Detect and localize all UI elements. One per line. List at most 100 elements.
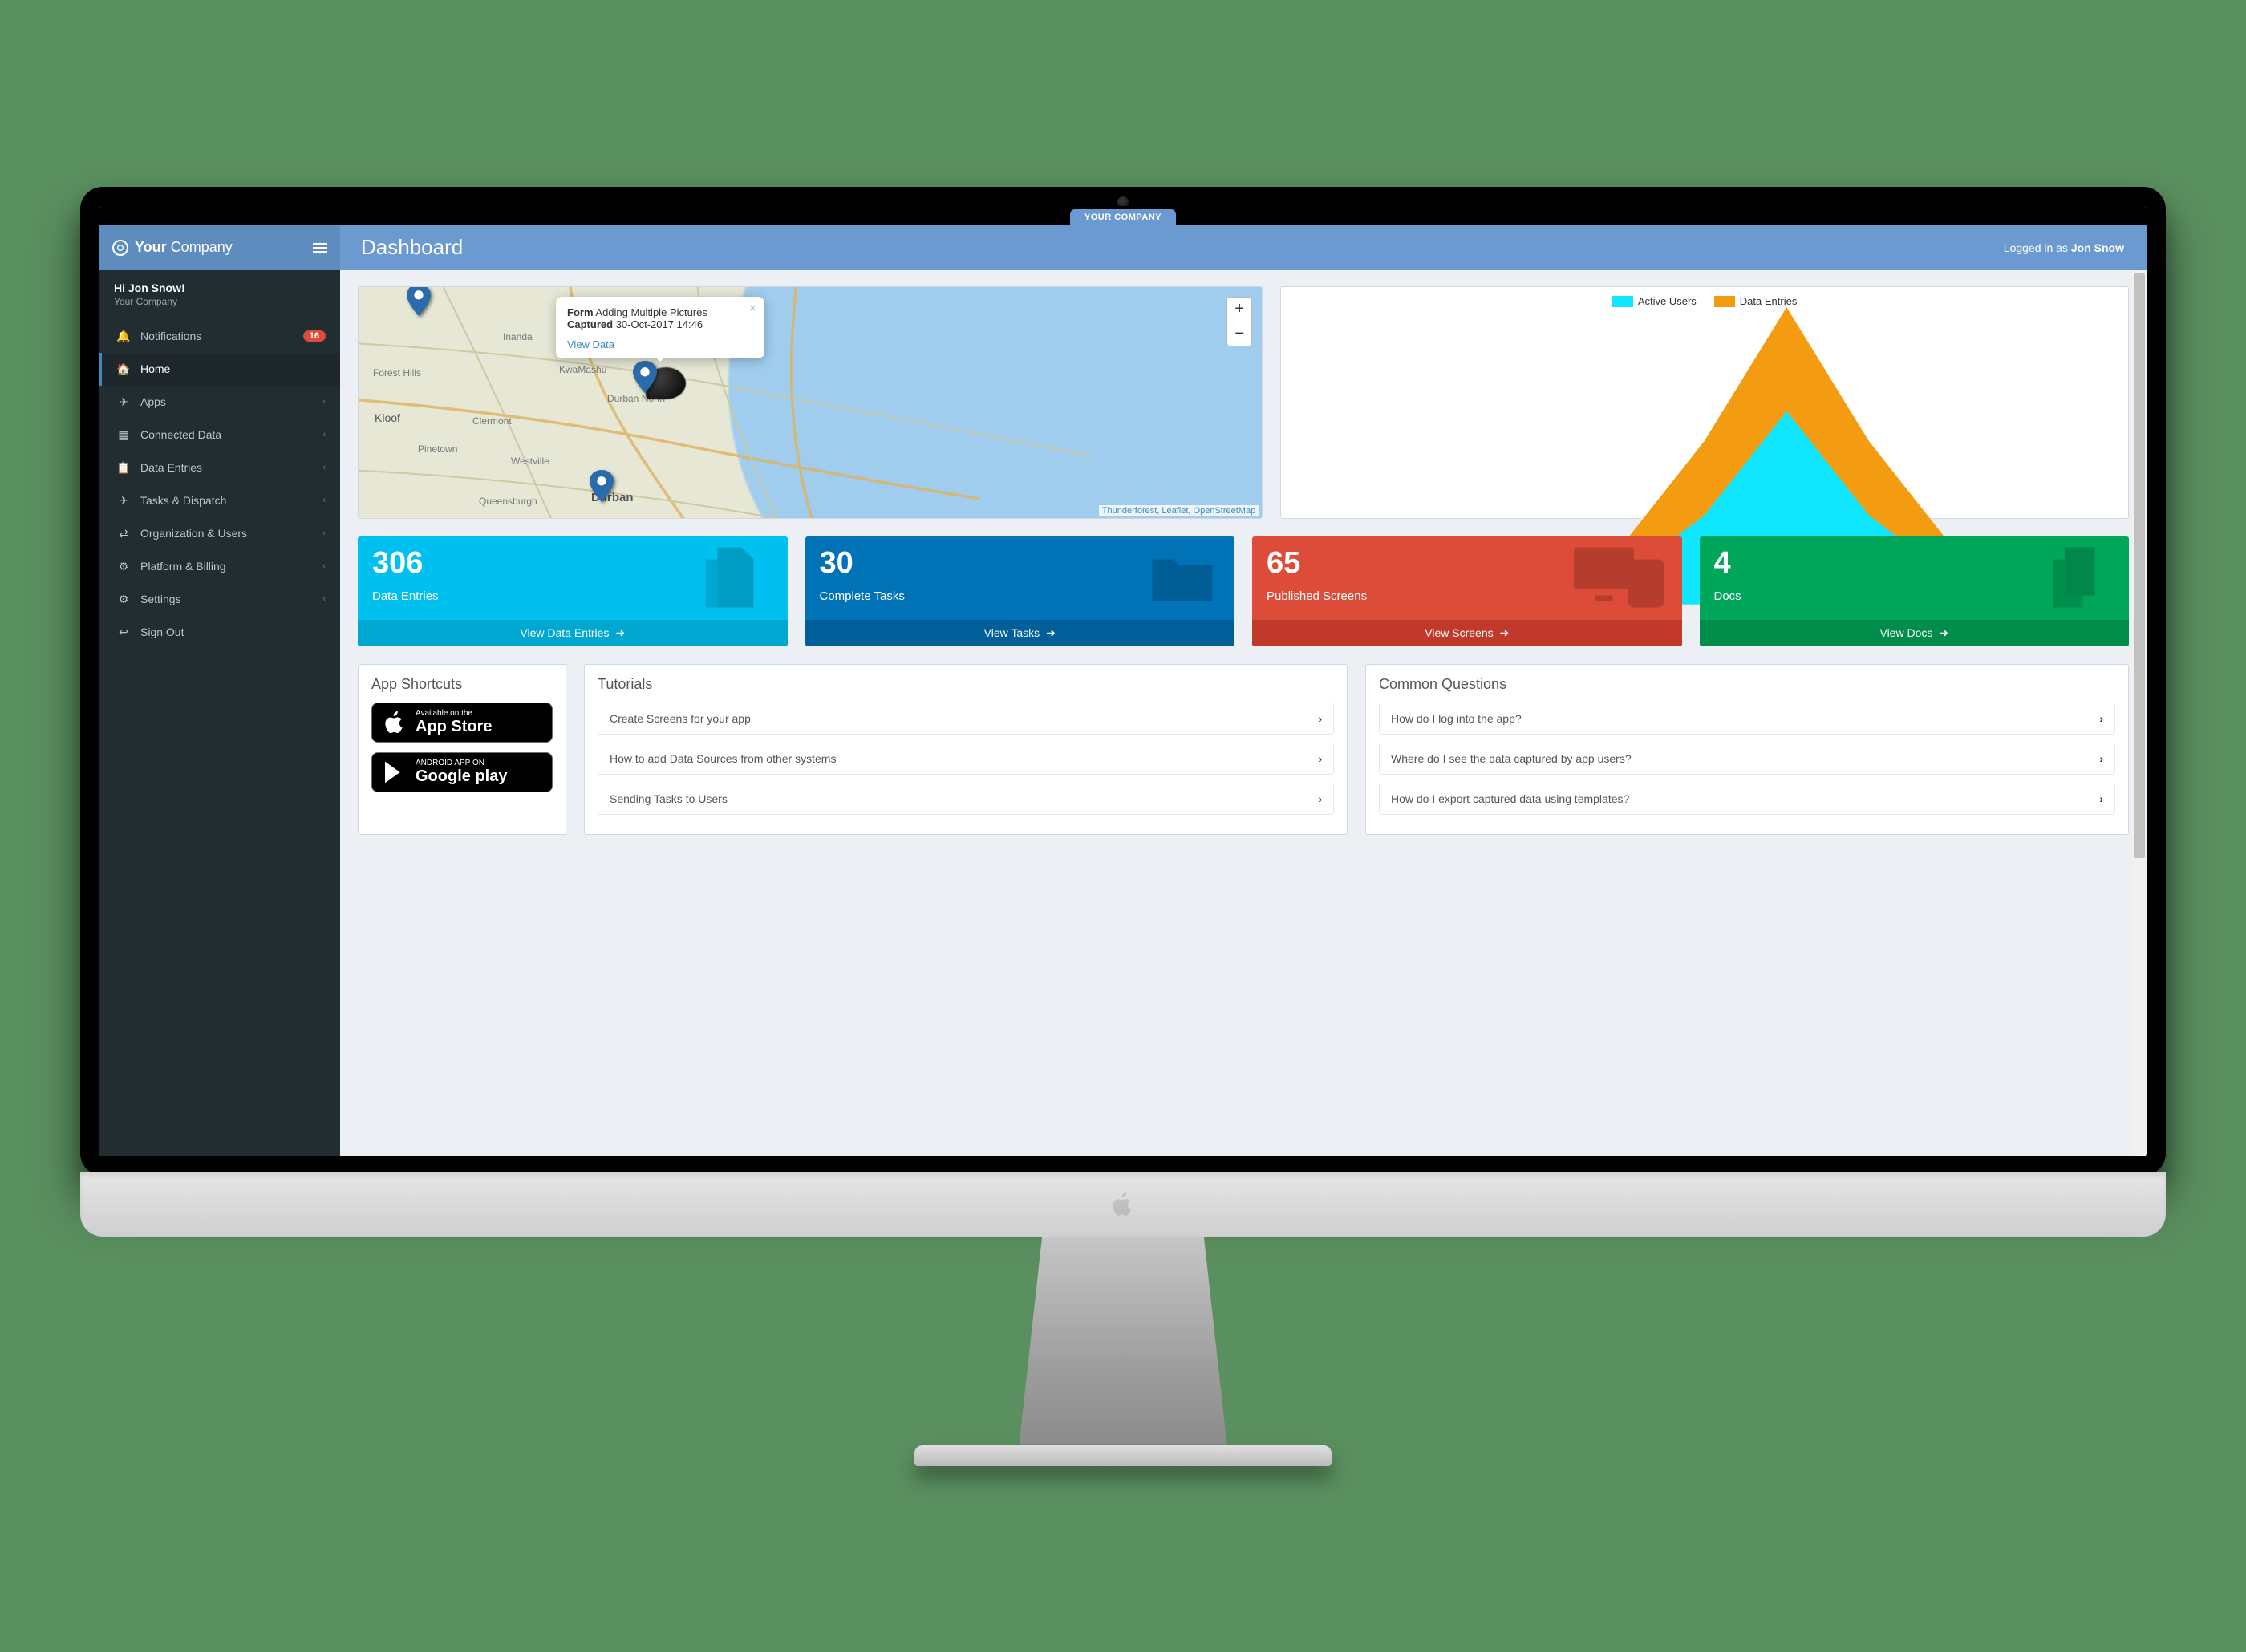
sidebar: Hi Jon Snow! Your Company 🔔Notifications… [99, 270, 340, 1156]
map-label: Kloof [375, 411, 400, 424]
tutorials-panel: Tutorials Create Screens for your app› Ho… [584, 664, 1348, 835]
popup-captured-label: Captured [567, 318, 613, 330]
map-label: Clermont [472, 415, 512, 427]
brand[interactable]: Your Company [99, 225, 340, 270]
sidebar-item-platform-billing[interactable]: ⚙Platform & Billing‹ [99, 550, 340, 583]
sidebar-item-connected-data[interactable]: ▦Connected Data‹ [99, 419, 340, 451]
sidebar-item-label: Apps [140, 395, 166, 408]
sidebar-item-notifications[interactable]: 🔔Notifications16 [99, 320, 340, 353]
docs-icon [2033, 541, 2121, 617]
map-attribution[interactable]: Thunderforest, Leaflet, OpenStreetMap [1099, 505, 1259, 516]
sidebar-item-data-entries[interactable]: 📋Data Entries‹ [99, 451, 340, 484]
popup-captured-value: 30-Oct-2017 14:46 [616, 318, 703, 330]
legend-swatch [1714, 296, 1735, 307]
tutorial-item[interactable]: Create Screens for your app› [598, 703, 1334, 735]
panel-title: App Shortcuts [371, 676, 553, 693]
list-item-label: How to add Data Sources from other syste… [610, 752, 836, 765]
org-icon: ⇄ [116, 527, 131, 541]
sidebar-item-apps[interactable]: ✈Apps‹ [99, 386, 340, 419]
question-item[interactable]: Where do I see the data captured by app … [1379, 743, 2115, 775]
sidebar-nav: 🔔Notifications16🏠Home✈Apps‹▦Connected Da… [99, 320, 340, 649]
list-item-label: Sending Tasks to Users [610, 792, 728, 805]
brand-light: Company [171, 239, 233, 255]
play-icon [382, 759, 407, 785]
stat-footer-link[interactable]: View Docs ➜ [1700, 620, 2130, 646]
map-roads [359, 287, 1262, 519]
map-pin-icon[interactable] [407, 286, 431, 316]
tutorial-item[interactable]: Sending Tasks to Users› [598, 783, 1334, 815]
sidebar-item-label: Organization & Users [140, 527, 247, 540]
question-item[interactable]: How do I export captured data using temp… [1379, 783, 2115, 815]
monitor-foot [914, 1445, 1332, 1466]
view-data-link[interactable]: View Data [567, 338, 614, 350]
content-scrollbar[interactable] [2132, 270, 2147, 1156]
appstore-badge[interactable]: Available on theApp Store [371, 703, 553, 743]
stat-footer-link[interactable]: View Tasks ➜ [805, 620, 1235, 646]
map-label: Forest Hills [373, 367, 421, 379]
bottom-row: App Shortcuts Available on theApp Store … [358, 664, 2129, 835]
browser-tab[interactable]: YOUR COMPANY [1070, 209, 1176, 225]
stat-footer-link[interactable]: View Data Entries ➜ [358, 620, 788, 646]
tutorial-item[interactable]: How to add Data Sources from other syste… [598, 743, 1334, 775]
user-company: Your Company [114, 296, 326, 307]
scrollbar-thumb[interactable] [2134, 273, 2145, 858]
gear-icon: ⚙ [116, 560, 131, 573]
chevron-right-icon: › [2099, 792, 2103, 805]
sidebar-item-settings[interactable]: ⚙Settings‹ [99, 583, 340, 616]
sidebar-item-label: Notifications [140, 330, 201, 342]
map-label: Inanda [503, 331, 533, 342]
chevron-right-icon: › [1318, 752, 1322, 765]
sliders-icon: ⚙ [116, 593, 131, 606]
sidebar-item-home[interactable]: 🏠Home [99, 353, 340, 386]
zoom-out-button[interactable]: − [1227, 322, 1251, 346]
question-item[interactable]: How do I log into the app?› [1379, 703, 2115, 735]
logged-in-as: Logged in as Jon Snow [2004, 241, 2147, 254]
apple-icon [382, 710, 407, 735]
close-icon[interactable]: × [749, 302, 756, 316]
chevron-right-icon: › [1318, 712, 1322, 725]
list-item-label: How do I export captured data using temp… [1391, 792, 1629, 805]
zoom-in-button[interactable]: + [1227, 298, 1251, 322]
chart-legend: Active Users Data Entries [1294, 295, 2115, 308]
screen: YOUR COMPANY Your Company Dashboard Logg… [99, 206, 2147, 1156]
map-label: KwaMashu [559, 364, 606, 375]
monitor-chin [80, 1172, 2166, 1237]
user-panel: Hi Jon Snow! Your Company [99, 270, 340, 320]
stat-footer-link[interactable]: View Screens ➜ [1252, 620, 1682, 646]
map-label: Queensburgh [479, 496, 537, 507]
sidebar-item-label: Data Entries [140, 461, 202, 474]
map-label: Pinetown [418, 443, 457, 455]
panel-title: Common Questions [1379, 676, 2115, 693]
chart-panel: Active Users Data Entries [1280, 286, 2129, 519]
sidebar-item-tasks-dispatch[interactable]: ✈Tasks & Dispatch‹ [99, 484, 340, 517]
sidebar-item-sign-out[interactable]: ↩Sign Out [99, 616, 340, 649]
panel-title: Tutorials [598, 676, 1334, 693]
play-line2: Google play [416, 767, 507, 785]
arrow-right-icon: ➜ [1939, 626, 1948, 640]
sidebar-item-label: Settings [140, 593, 181, 605]
sidebar-item-organization-users[interactable]: ⇄Organization & Users‹ [99, 517, 340, 550]
arrow-right-icon: ➜ [1500, 626, 1510, 640]
stat-tile-data-entries: 306Data EntriesView Data Entries ➜ [358, 536, 788, 646]
plane-icon: ✈ [116, 395, 131, 409]
grid-icon: ▦ [116, 428, 131, 442]
sidebar-item-label: Platform & Billing [140, 560, 226, 573]
popup-form-value: Adding Multiple Pictures [595, 306, 707, 318]
chevron-left-icon: ‹ [322, 430, 326, 439]
send-icon: ✈ [116, 494, 131, 508]
user-greeting: Hi Jon Snow! [114, 281, 326, 294]
notification-badge: 16 [303, 330, 326, 342]
sidebar-toggle[interactable] [313, 243, 327, 253]
googleplay-badge[interactable]: ANDROID APP ONGoogle play [371, 752, 553, 792]
chevron-left-icon: ‹ [322, 463, 326, 472]
map-panel[interactable]: Inanda KwaMashu Forest Hills Kloof Clerm… [358, 286, 1263, 519]
arrow-right-icon: ➜ [615, 626, 625, 640]
app-shortcuts-panel: App Shortcuts Available on theApp Store … [358, 664, 566, 835]
apple-logo-icon [1109, 1191, 1137, 1218]
map-pin-icon[interactable] [590, 470, 614, 502]
brand-bold: Your [135, 239, 167, 255]
map-popup: × Form Adding Multiple Pictures Captured… [556, 297, 764, 358]
legend-item: Data Entries [1714, 295, 1798, 308]
stat-tile-complete-tasks: 30Complete TasksView Tasks ➜ [805, 536, 1235, 646]
arrow-right-icon: ➜ [1046, 626, 1056, 640]
